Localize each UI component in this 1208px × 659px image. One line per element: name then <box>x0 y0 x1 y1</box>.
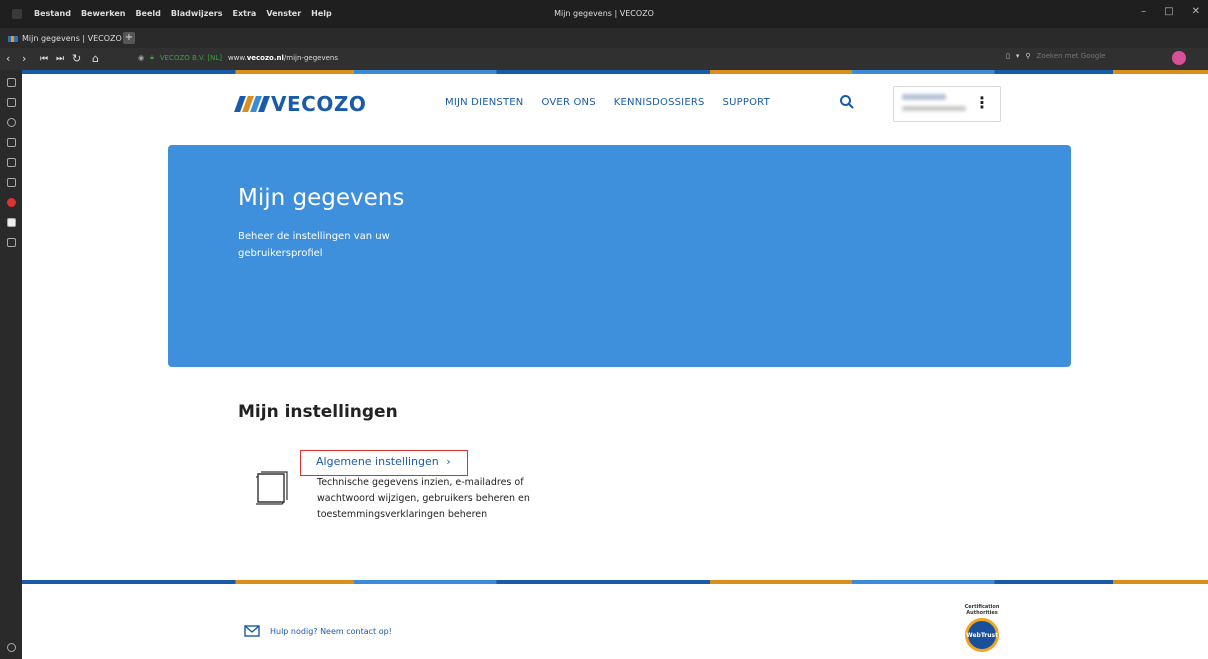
certificate-label[interactable]: VECOZO B.V. [NL] <box>160 54 222 62</box>
algemene-instellingen-link[interactable]: Algemene instellingen › <box>300 450 468 476</box>
main-navigation: MIJN DIENSTEN OVER ONS KENNISDOSSIERS SU… <box>445 97 770 108</box>
tab-bar: Mijn gegevens | VECOZO <box>0 28 1208 48</box>
webtrust-seal-icon: WebTrust <box>965 618 999 652</box>
top-color-stripe <box>22 70 1208 74</box>
minimize-icon[interactable]: – <box>1141 6 1146 17</box>
window-panel-icon[interactable] <box>7 158 16 167</box>
add-panel-icon[interactable] <box>7 238 16 247</box>
notebook-icon <box>256 471 288 505</box>
contact-help-link[interactable]: Hulp nodig? Neem contact op! <box>244 625 392 637</box>
vecozo-favicon-icon <box>8 35 18 42</box>
search-icon[interactable] <box>839 94 855 110</box>
vecozo-logo[interactable]: VECOZO <box>234 92 367 116</box>
logo-bars <box>234 96 270 112</box>
window-title: Mijn gegevens | VECOZO <box>554 9 654 18</box>
badge-name: WebTrust <box>966 631 998 639</box>
tab-label: Mijn gegevens | VECOZO <box>22 34 122 43</box>
browser-search-input[interactable]: Zoeken met Google <box>1037 52 1106 60</box>
new-tab-button[interactable]: + <box>123 32 135 44</box>
search-glass-icon: ⚲ <box>1025 52 1031 60</box>
bookmarks-panel-icon[interactable] <box>7 78 16 87</box>
url-field[interactable]: ◉ 🔒︎ VECOZO B.V. [NL] www.vecozo.nl/mijn… <box>138 53 338 62</box>
page-subtitle: Beheer de instellingen van uw gebruikers… <box>238 231 390 259</box>
reload-icon[interactable]: ↻ <box>72 53 81 65</box>
more-options-icon[interactable]: ⋮ <box>974 95 990 111</box>
window-controls: – □ ✕ <box>1141 6 1200 17</box>
help-text[interactable]: Hulp nodig? Neem contact op! <box>270 627 392 636</box>
close-icon[interactable]: ✕ <box>1192 6 1200 17</box>
fast-forward-icon[interactable]: ⏭ <box>56 53 64 65</box>
reader-panel-icon[interactable] <box>7 178 16 187</box>
vivaldi-icon[interactable] <box>7 198 16 207</box>
webtrust-badge[interactable]: Certification Authorities WebTrust <box>962 604 1002 654</box>
settings-description: Technische gegevens inzien, e-mailadres … <box>317 477 530 520</box>
nav-mijn-diensten[interactable]: MIJN DIENSTEN <box>445 97 524 108</box>
lock-icon[interactable]: 🔒︎ <box>150 53 154 62</box>
page-title: Mijn gegevens <box>238 185 405 211</box>
tab-mijn-gegevens[interactable]: Mijn gegevens | VECOZO <box>8 31 122 46</box>
forward-icon[interactable]: › <box>22 53 26 65</box>
section-title: Mijn instellingen <box>238 402 398 422</box>
badge-title: Certification Authorities <box>964 604 1000 616</box>
address-bar: ‹ › ⏮ ⏭ ↻ ⌂ ◉ 🔒︎ VECOZO B.V. [NL] www.ve… <box>0 48 1208 70</box>
downloads-panel-icon[interactable] <box>7 98 16 107</box>
back-icon[interactable]: ‹ <box>6 53 10 65</box>
url-text[interactable]: www.vecozo.nl/mijn-gegevens <box>228 54 338 62</box>
notes-panel-icon[interactable] <box>7 138 16 147</box>
maximize-icon[interactable]: □ <box>1164 6 1173 17</box>
search-engine-dropdown-icon[interactable]: ▾ <box>1016 52 1020 60</box>
browser-sidebar <box>0 70 22 659</box>
user-name-redacted <box>902 94 946 100</box>
mail-icon <box>244 625 260 637</box>
wikipedia-panel-icon[interactable] <box>7 218 16 227</box>
rewind-icon[interactable]: ⏮ <box>40 53 48 65</box>
link-label[interactable]: Algemene instellingen <box>316 455 439 468</box>
nav-kennisdossiers[interactable]: KENNISDOSSIERS <box>614 97 705 108</box>
browser-menubar: Bestand Bewerken Beeld Bladwijzers Extra… <box>0 0 1208 28</box>
chevron-right-icon[interactable]: › <box>446 455 450 468</box>
hero-banner: Mijn gegevens Beheer de instellingen van… <box>168 145 1071 367</box>
web-page: VECOZO MIJN DIENSTEN OVER ONS KENNISDOSS… <box>22 70 1208 659</box>
settings-gear-icon[interactable] <box>7 643 16 652</box>
nav-support[interactable]: SUPPORT <box>723 97 770 108</box>
shield-icon[interactable]: ◉ <box>138 54 144 62</box>
logo-text: VECOZO <box>271 92 367 116</box>
browser-search[interactable]: ▯ ▾ ⚲ Zoeken met Google <box>1006 52 1105 60</box>
bookmark-icon[interactable]: ▯ <box>1006 52 1010 60</box>
profile-avatar-icon[interactable] <box>1172 51 1186 65</box>
user-account-menu[interactable]: ⋮ <box>893 86 1001 122</box>
nav-over-ons[interactable]: OVER ONS <box>542 97 596 108</box>
home-icon[interactable]: ⌂ <box>92 53 99 65</box>
history-panel-icon[interactable] <box>7 118 16 127</box>
user-org-redacted <box>902 106 966 111</box>
footer-color-stripe <box>22 580 1208 584</box>
